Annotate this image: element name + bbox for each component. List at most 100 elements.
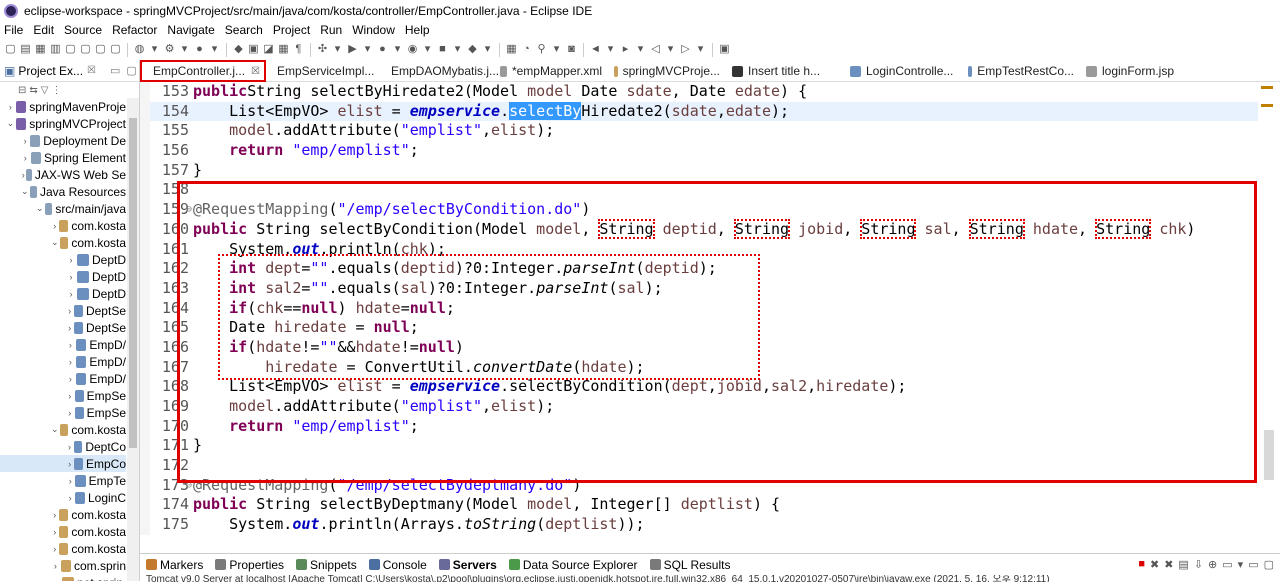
tree-item[interactable]: › EmpD/ bbox=[0, 353, 126, 370]
tree-item[interactable]: › LoginC bbox=[0, 489, 126, 506]
tree-item[interactable]: ⌄ com.kosta bbox=[0, 234, 126, 251]
menu-file[interactable]: File bbox=[4, 23, 23, 37]
toolbar-icon[interactable]: ◁ bbox=[649, 43, 662, 56]
bottom-tab-snippets[interactable]: Snippets bbox=[296, 558, 357, 572]
toolbar-icon[interactable]: ▾ bbox=[481, 43, 494, 56]
tree-item[interactable]: › com.sprin bbox=[0, 557, 126, 574]
tree-item[interactable]: › EmpTe bbox=[0, 472, 126, 489]
tree-item[interactable]: ⌄ Java Resources bbox=[0, 183, 126, 200]
toolbar-icon[interactable]: ▦ bbox=[277, 43, 290, 56]
toolbar-icon[interactable]: ▾ bbox=[148, 43, 161, 56]
close-icon[interactable]: ☒ bbox=[87, 65, 96, 76]
toolbar-icon[interactable]: ▾ bbox=[178, 43, 191, 56]
toolbar-icon[interactable]: ¶ bbox=[292, 43, 305, 56]
toolbar-icon[interactable]: ◆ bbox=[466, 43, 479, 56]
tree-item[interactable]: › EmpCo bbox=[0, 455, 126, 472]
chevron-right-icon[interactable]: › bbox=[66, 357, 75, 367]
remove-all-icon[interactable]: ✖ bbox=[1164, 558, 1173, 571]
editor-tab[interactable]: *empMapper.xml bbox=[494, 60, 608, 82]
filter-icon[interactable]: ▽ bbox=[41, 85, 49, 96]
toolbar-icon[interactable]: ▷ bbox=[679, 43, 692, 56]
menu-search[interactable]: Search bbox=[225, 23, 263, 37]
chevron-down-icon[interactable]: ⌄ bbox=[51, 424, 59, 435]
tree-item[interactable]: › DeptSe bbox=[0, 302, 126, 319]
tree-item[interactable]: › springMavenProje bbox=[0, 98, 126, 115]
chevron-down-icon[interactable]: ⌄ bbox=[21, 186, 29, 197]
chevron-down-icon[interactable]: ⌄ bbox=[36, 203, 44, 214]
chevron-right-icon[interactable]: › bbox=[66, 255, 76, 265]
chevron-right-icon[interactable]: › bbox=[66, 272, 76, 282]
menu-source[interactable]: Source bbox=[64, 23, 102, 37]
toolbar-icon[interactable]: ▦ bbox=[505, 43, 518, 56]
code-line[interactable]: 156 return "emp/emplist"; bbox=[150, 141, 1258, 161]
tree-item[interactable]: › net.sprin bbox=[0, 574, 126, 581]
chevron-down-icon[interactable]: ⌄ bbox=[51, 237, 59, 248]
view-menu-icon[interactable]: ⋮ bbox=[51, 85, 61, 96]
toolbar-icon[interactable]: ▾ bbox=[604, 43, 617, 56]
chevron-right-icon[interactable]: › bbox=[66, 408, 74, 418]
chevron-right-icon[interactable]: › bbox=[66, 442, 73, 452]
tree-item[interactable]: › EmpSe bbox=[0, 404, 126, 421]
chevron-right-icon[interactable]: › bbox=[66, 289, 76, 299]
clear-console-icon[interactable]: ▤ bbox=[1178, 558, 1188, 571]
tree-item[interactable]: › EmpD/ bbox=[0, 336, 126, 353]
code-line[interactable]: 157} bbox=[150, 161, 1258, 181]
display-console-icon[interactable]: ▭ bbox=[1222, 558, 1232, 571]
tree-item[interactable]: › DeptCo bbox=[0, 438, 126, 455]
remove-launch-icon[interactable]: ✖ bbox=[1150, 558, 1159, 571]
editor-tab[interactable]: springMVCProje... bbox=[608, 60, 726, 82]
chevron-right-icon[interactable]: › bbox=[66, 493, 74, 503]
toolbar-icon[interactable]: ▦ bbox=[34, 43, 47, 56]
toolbar-icon[interactable]: ▾ bbox=[550, 43, 563, 56]
code-line[interactable]: 153 publicString selectByHiredate2(Model … bbox=[150, 82, 1258, 102]
toolbar-icon[interactable]: ▾ bbox=[664, 43, 677, 56]
toolbar-icon[interactable]: ▢ bbox=[64, 43, 77, 56]
toolbar-icon[interactable]: ⚲ bbox=[535, 43, 548, 56]
chevron-right-icon[interactable]: › bbox=[21, 153, 30, 163]
chevron-right-icon[interactable]: › bbox=[51, 561, 60, 571]
chevron-down-icon[interactable]: ⌄ bbox=[6, 118, 15, 129]
minimize-icon[interactable]: ▭ bbox=[110, 64, 120, 77]
tree-item[interactable]: ⌄ com.kosta bbox=[0, 421, 126, 438]
chevron-right-icon[interactable]: › bbox=[51, 578, 61, 582]
editor-tab[interactable]: loginForm.jsp bbox=[1080, 60, 1190, 82]
toolbar-icon[interactable]: ▾ bbox=[421, 43, 434, 56]
toolbar-icon[interactable]: ◙ bbox=[565, 43, 578, 56]
toolbar-icon[interactable]: ▢ bbox=[79, 43, 92, 56]
code-editor[interactable]: 153 publicString selectByHiredate2(Model … bbox=[140, 82, 1280, 535]
tree-item[interactable]: › DeptD bbox=[0, 251, 127, 268]
menu-refactor[interactable]: Refactor bbox=[112, 23, 157, 37]
tree-item[interactable]: › EmpD/ bbox=[0, 370, 126, 387]
minimize-icon[interactable]: ▭ bbox=[1248, 558, 1258, 571]
toolbar-icon[interactable]: ✣ bbox=[316, 43, 329, 56]
toolbar-icon[interactable]: ▢ bbox=[109, 43, 122, 56]
tree-item[interactable]: › com.kosta bbox=[0, 506, 126, 523]
collapse-all-icon[interactable]: ⊟ bbox=[18, 85, 26, 96]
tree-item[interactable]: › com.kosta bbox=[0, 540, 126, 557]
menu-help[interactable]: Help bbox=[405, 23, 430, 37]
toolbar-icon[interactable]: ▾ bbox=[451, 43, 464, 56]
tree-item[interactable]: › Spring Element bbox=[0, 149, 126, 166]
toolbar-icon[interactable]: ▾ bbox=[694, 43, 707, 56]
pin-icon[interactable]: ⊕ bbox=[1208, 558, 1217, 571]
menu-navigate[interactable]: Navigate bbox=[167, 23, 214, 37]
maximize-icon[interactable]: ▢ bbox=[1264, 558, 1274, 571]
toolbar-icon[interactable]: ⚙ bbox=[163, 43, 176, 56]
tree-item[interactable]: › DeptSe bbox=[0, 319, 126, 336]
code-line[interactable]: 155 model.addAttribute("emplist",elist); bbox=[150, 121, 1258, 141]
toolbar-icon[interactable]: ● bbox=[193, 43, 206, 56]
chevron-right-icon[interactable]: › bbox=[66, 391, 74, 401]
toolbar-icon[interactable]: ▾ bbox=[361, 43, 374, 56]
bottom-tab-console[interactable]: Console bbox=[368, 558, 427, 572]
project-explorer-title[interactable]: Project Ex... bbox=[18, 64, 83, 78]
open-console-icon[interactable]: ▾ bbox=[1238, 558, 1244, 571]
tree-item[interactable]: › DeptD bbox=[0, 268, 127, 285]
toolbar-icon[interactable]: ◍ bbox=[133, 43, 146, 56]
maximize-icon[interactable]: ▢ bbox=[126, 64, 136, 77]
bottom-tab-data-source-explorer[interactable]: Data Source Explorer bbox=[508, 558, 638, 572]
editor-tab[interactable]: EmpTestRestCo... bbox=[962, 60, 1080, 82]
chevron-right-icon[interactable]: › bbox=[21, 170, 25, 180]
toolbar-icon[interactable]: ◄ bbox=[589, 43, 602, 56]
toolbar-icon[interactable]: ▾ bbox=[391, 43, 404, 56]
menu-run[interactable]: Run bbox=[320, 23, 342, 37]
